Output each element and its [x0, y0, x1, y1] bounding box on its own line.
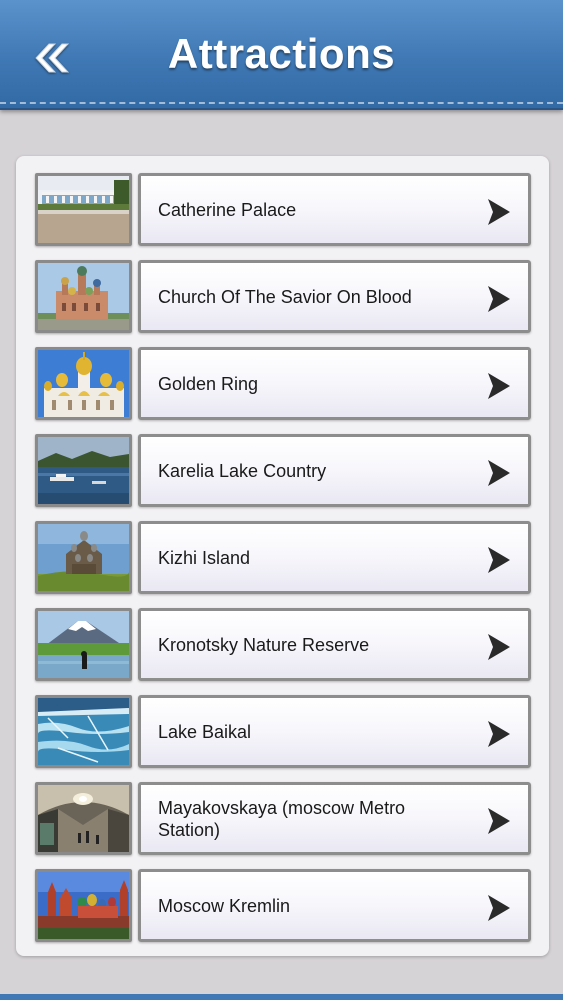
attraction-label: Lake Baikal [158, 721, 252, 742]
lake-photo [38, 437, 129, 504]
chevron-right-icon [488, 373, 510, 399]
thumbnail-image[interactable] [35, 260, 132, 333]
chevron-right-icon [488, 286, 510, 312]
attraction-button[interactable]: Golden Ring [138, 347, 531, 420]
thumbnail-image[interactable] [35, 782, 132, 855]
attraction-label: Church Of The Savior On Blood [158, 286, 412, 307]
attraction-button[interactable]: Kizhi Island [138, 521, 531, 594]
list-item[interactable]: Karelia Lake Country [35, 434, 532, 507]
page-title: Attractions [167, 30, 396, 77]
chevron-right-icon [488, 547, 510, 573]
metro-hall-photo [38, 785, 129, 852]
list-item[interactable]: Kronotsky Nature Reserve [35, 608, 532, 681]
list-item[interactable]: Kizhi Island [35, 521, 532, 594]
list-item[interactable]: Mayakovskaya (moscow Metro Station) [35, 782, 532, 855]
attraction-label: Mayakovskaya (moscow Metro Station) [158, 797, 406, 840]
thumbnail-image[interactable] [35, 695, 132, 768]
list-item[interactable]: Catherine Palace [35, 173, 532, 246]
attraction-button[interactable]: Kronotsky Nature Reserve [138, 608, 531, 681]
attraction-button[interactable]: Church Of The Savior On Blood [138, 260, 531, 333]
chevron-right-icon [488, 460, 510, 486]
attraction-label: Moscow Kremlin [158, 895, 291, 916]
frozen-lake-photo [38, 698, 129, 765]
attraction-label: Kizhi Island [158, 547, 251, 568]
palace-photo [38, 176, 129, 243]
header-bar: Attractions [0, 0, 563, 110]
attractions-list: Catherine Palace Church Of The Savior On… [16, 156, 549, 956]
chevron-right-icon [488, 808, 510, 834]
attraction-label: Kronotsky Nature Reserve [158, 634, 370, 655]
attraction-button[interactable]: Moscow Kremlin [138, 869, 531, 942]
attraction-label: Catherine Palace [158, 199, 297, 220]
list-item[interactable]: Golden Ring [35, 347, 532, 420]
list-item[interactable]: Moscow Kremlin [35, 869, 532, 942]
attraction-button[interactable]: Catherine Palace [138, 173, 531, 246]
attraction-button[interactable]: Mayakovskaya (moscow Metro Station) [138, 782, 531, 855]
volcano-photo [38, 611, 129, 678]
church-photo [38, 263, 129, 330]
chevron-right-icon [488, 721, 510, 747]
thumbnail-image[interactable] [35, 173, 132, 246]
attraction-label: Karelia Lake Country [158, 460, 327, 481]
wooden-church-photo [38, 524, 129, 591]
thumbnail-image[interactable] [35, 434, 132, 507]
golden-domes-photo [38, 350, 129, 417]
bottom-bar-edge [0, 994, 563, 1000]
attraction-button[interactable]: Lake Baikal [138, 695, 531, 768]
attraction-label: Golden Ring [158, 373, 259, 394]
thumbnail-image[interactable] [35, 608, 132, 681]
chevron-right-icon [488, 634, 510, 660]
chevron-right-icon [488, 895, 510, 921]
chevron-right-icon [488, 199, 510, 225]
kremlin-photo [38, 872, 129, 939]
thumbnail-image[interactable] [35, 521, 132, 594]
thumbnail-image[interactable] [35, 869, 132, 942]
list-item[interactable]: Church Of The Savior On Blood [35, 260, 532, 333]
list-item[interactable]: Lake Baikal [35, 695, 532, 768]
attraction-button[interactable]: Karelia Lake Country [138, 434, 531, 507]
thumbnail-image[interactable] [35, 347, 132, 420]
